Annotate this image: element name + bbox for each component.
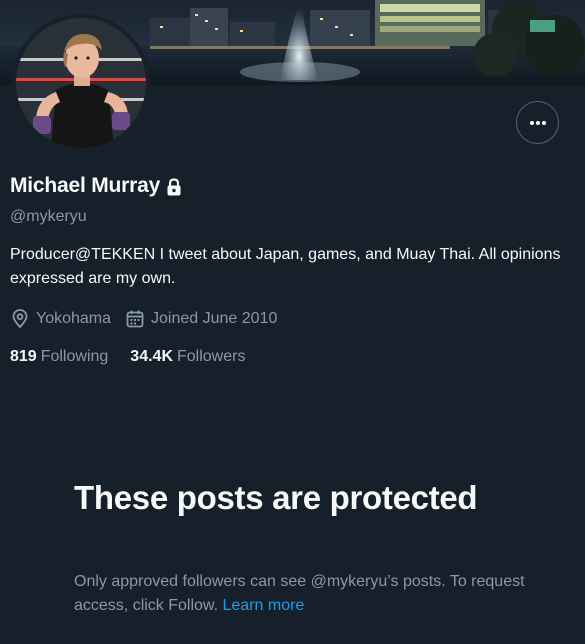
location-pin-icon: [12, 309, 28, 329]
profile-avatar[interactable]: [12, 14, 150, 152]
more-options-button[interactable]: [516, 101, 559, 144]
followers-count: 34.4K: [130, 348, 173, 365]
more-horizontal-icon: [529, 120, 546, 125]
profile-handle: @mykeryu: [10, 208, 87, 225]
profile-location: Yokohama: [10, 309, 111, 329]
lock-icon: [166, 177, 182, 196]
display-name: Michael Murray: [10, 174, 161, 197]
profile-bio: Producer@TEKKEN I tweet about Japan, gam…: [10, 246, 561, 287]
avatar-photo: [16, 18, 146, 148]
profile-joined-date: Joined June 2010: [125, 309, 277, 329]
calendar-icon: [126, 310, 144, 328]
profile-meta-row: Yokohama Joined June 2010: [10, 309, 277, 329]
learn-more-link[interactable]: Learn more: [223, 597, 305, 614]
joined-text: Joined June 2010: [151, 310, 278, 327]
protected-posts-title: These posts are protected: [74, 479, 478, 516]
profile-name-row: Michael Murray: [10, 174, 182, 198]
location-text: Yokohama: [36, 310, 112, 327]
followers-link[interactable]: 34.4K Followers: [130, 348, 245, 366]
following-label: Following: [40, 348, 109, 365]
following-count: 819: [10, 348, 37, 365]
followers-label: Followers: [177, 348, 246, 365]
profile-page: Michael Murray @mykeryu Producer@TEKKEN …: [0, 0, 585, 644]
following-link[interactable]: 819 Following: [10, 348, 108, 366]
protected-posts-description: Only approved followers can see @mykeryu…: [74, 570, 534, 618]
follow-stats-row: 819 Following 34.4K Followers: [10, 348, 245, 366]
